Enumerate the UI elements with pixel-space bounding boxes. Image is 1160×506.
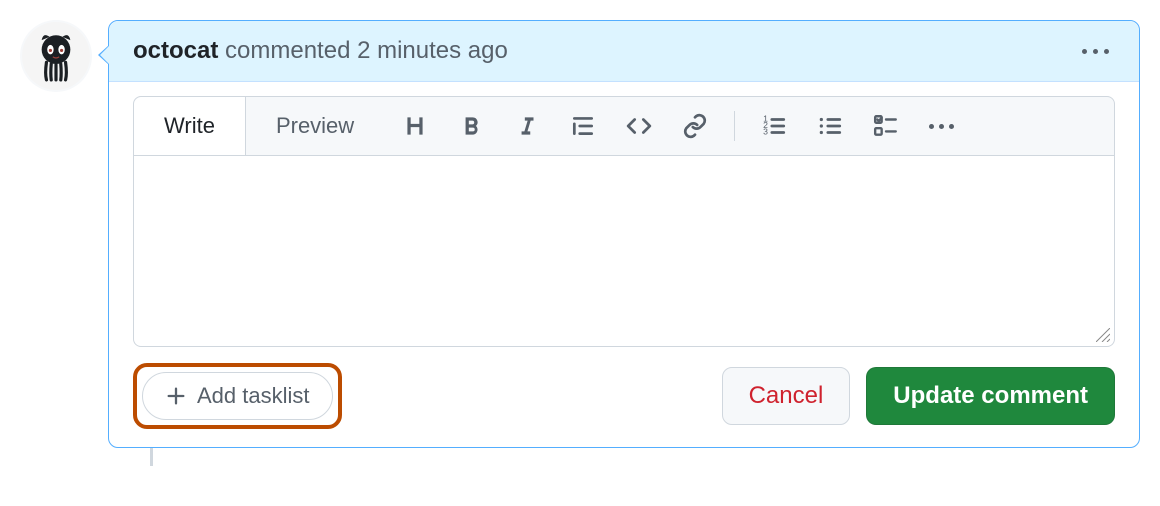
timeline-comment: octocat commented 2 minutes ago Write Pr… [20,20,1140,448]
bold-icon[interactable] [454,109,488,143]
comment-body: Write Preview [109,82,1139,447]
octocat-icon [22,22,90,90]
update-comment-button[interactable]: Update comment [866,367,1115,425]
comment-actions-menu[interactable] [1076,43,1115,60]
toolbar-divider [734,111,735,141]
toolbar-more-icon[interactable] [925,120,958,133]
comment-header-text: octocat commented 2 minutes ago [133,37,508,65]
cancel-button[interactable]: Cancel [722,367,851,425]
add-tasklist-label: Add tasklist [197,383,310,409]
textarea-wrapper [133,156,1115,347]
add-tasklist-button[interactable]: Add tasklist [142,372,333,420]
ordered-list-icon[interactable]: 123 [757,109,791,143]
quote-icon[interactable] [566,109,600,143]
markdown-toolbar: 123 [384,97,1114,155]
italic-icon[interactable] [510,109,544,143]
comment-textarea[interactable] [134,156,1114,346]
code-icon[interactable] [622,109,656,143]
tab-write[interactable]: Write [134,97,246,155]
comment-meta: commented 2 minutes ago [225,37,508,64]
editor-tabnav: Write Preview [133,96,1115,156]
actions-row: Add tasklist Cancel Update comment [133,363,1115,429]
right-actions: Cancel Update comment [722,367,1115,425]
plus-icon [165,385,187,407]
task-list-icon[interactable] [869,109,903,143]
comment-header: octocat commented 2 minutes ago [109,21,1139,82]
author-name[interactable]: octocat [133,37,218,64]
highlight-add-tasklist: Add tasklist [133,363,342,429]
unordered-list-icon[interactable] [813,109,847,143]
timeline-connector [150,448,153,466]
tab-preview[interactable]: Preview [246,97,384,155]
svg-text:3: 3 [763,127,768,137]
resize-handle[interactable] [1096,328,1110,342]
link-icon[interactable] [678,109,712,143]
comment-box: octocat commented 2 minutes ago Write Pr… [108,20,1140,448]
heading-icon[interactable] [398,109,432,143]
avatar[interactable] [20,20,92,92]
